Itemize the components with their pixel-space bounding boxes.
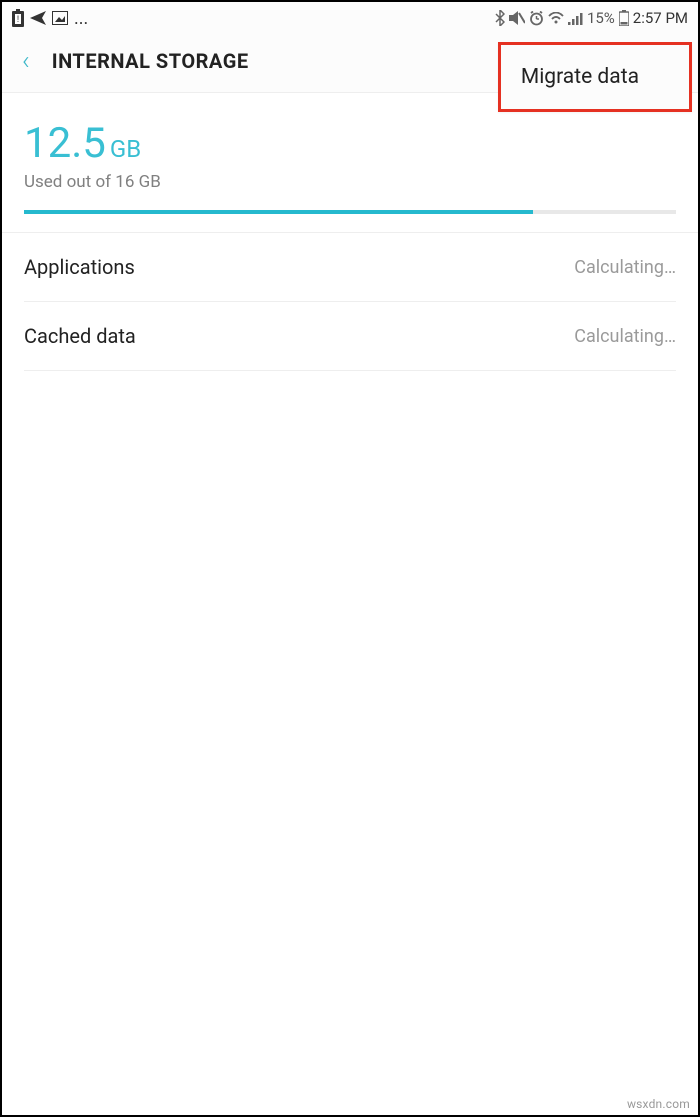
wifi-icon (548, 12, 564, 25)
status-more: ... (74, 8, 88, 29)
row-applications[interactable]: Applications Calculating… (24, 233, 676, 302)
clock-text: 2:57 PM (633, 9, 688, 27)
battery-percent-text: 15% (587, 9, 615, 27)
storage-used-value: 12.5 (24, 119, 106, 168)
send-icon (30, 11, 46, 25)
page-title: INTERNAL STORAGE (52, 49, 249, 73)
svg-text:!: ! (17, 14, 20, 24)
storage-progress-track (24, 210, 676, 214)
battery-charge-icon: ! (12, 9, 24, 27)
row-label: Applications (24, 255, 135, 279)
signal-icon (568, 12, 583, 25)
storage-used: 12.5 GB (24, 119, 676, 168)
storage-used-unit: GB (110, 135, 141, 165)
watermark: wsxdn.com (627, 1097, 690, 1111)
row-value: Calculating… (574, 326, 676, 347)
picture-icon (52, 11, 68, 25)
bluetooth-icon (495, 10, 505, 26)
mute-icon (509, 11, 525, 25)
storage-list: Applications Calculating… Cached data Ca… (2, 233, 698, 371)
battery-icon (619, 10, 629, 26)
storage-progress-fill (24, 210, 533, 214)
menu-item-migrate-data[interactable]: Migrate data (498, 42, 692, 112)
back-icon[interactable]: ‹ (22, 48, 30, 74)
status-bar: ! ... 15% 2:57 PM (2, 2, 698, 32)
row-label: Cached data (24, 324, 136, 348)
row-cached-data[interactable]: Cached data Calculating… (24, 302, 676, 371)
storage-subtext: Used out of 16 GB (24, 172, 676, 192)
row-value: Calculating… (574, 257, 676, 278)
alarm-icon (529, 11, 544, 26)
